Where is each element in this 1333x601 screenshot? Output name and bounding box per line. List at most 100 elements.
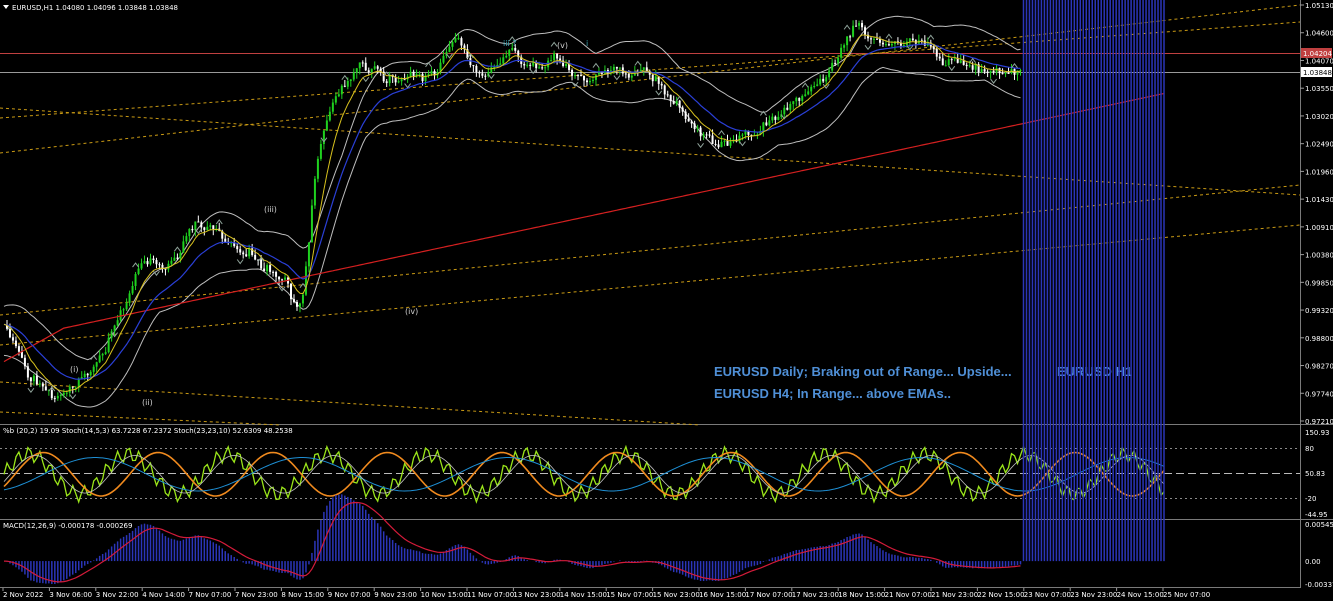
- candle-body: [116, 320, 119, 326]
- candle-body: [944, 65, 947, 67]
- candle-body: [170, 260, 173, 264]
- time-tick-label: 7 Nov 23:00: [235, 591, 278, 599]
- candle-body: [490, 67, 493, 73]
- candle-body: [209, 225, 212, 227]
- candle-body: [890, 43, 893, 46]
- candle-body: [328, 111, 331, 121]
- candle-body: [260, 259, 263, 269]
- candle-body: [340, 85, 343, 95]
- candle-body: [807, 91, 810, 95]
- candle-body: [176, 257, 179, 259]
- candle-body: [8, 328, 11, 338]
- candle-body: [992, 70, 995, 73]
- candle-body: [550, 60, 553, 62]
- candle-body: [884, 44, 887, 46]
- candle-body: [242, 252, 245, 255]
- candle-body: [618, 67, 621, 69]
- wave-label: (i): [70, 365, 78, 374]
- candle-body: [574, 75, 577, 77]
- candle-body: [502, 57, 505, 64]
- candle-body: [837, 57, 840, 64]
- candle-body: [224, 238, 227, 242]
- candle-body: [702, 134, 705, 137]
- candle-body: [855, 25, 858, 27]
- time-tick-label: 16 Nov 15:00: [699, 591, 746, 599]
- candle-body: [352, 72, 355, 80]
- candle-body: [693, 123, 696, 129]
- time-tick-label: 18 Nov 15:00: [838, 591, 885, 599]
- candle-body: [239, 249, 242, 253]
- candle-body: [173, 257, 176, 261]
- candle-body: [59, 394, 62, 396]
- candle-body: [935, 49, 938, 57]
- candle-body: [840, 47, 843, 58]
- oscillator-tick-label: -44.95: [1305, 511, 1328, 519]
- candle-body: [591, 79, 594, 82]
- chart-background: [0, 0, 1333, 601]
- candle-body: [95, 362, 98, 367]
- candle-body: [875, 38, 878, 40]
- candle-body: [131, 285, 134, 294]
- candle-body: [789, 104, 792, 110]
- candle-body: [128, 293, 131, 303]
- candle-body: [188, 229, 191, 237]
- candle-body: [908, 38, 911, 42]
- candle-body: [364, 62, 367, 71]
- candle-body: [711, 135, 714, 144]
- candle-body: [460, 38, 463, 46]
- candle-body: [980, 69, 983, 73]
- candle-body: [600, 72, 603, 74]
- candle-body: [125, 302, 128, 310]
- candle-body: [334, 96, 337, 103]
- macd-tick-label: 0.005456: [1305, 521, 1333, 529]
- candle-body: [38, 383, 41, 385]
- candle-body: [717, 144, 720, 148]
- candle-body: [484, 75, 487, 77]
- candle-body: [83, 373, 86, 378]
- candle-body: [26, 366, 29, 378]
- candle-body: [478, 72, 481, 74]
- candle-body: [953, 58, 956, 60]
- candle-body: [508, 49, 511, 56]
- candle-body: [726, 140, 729, 146]
- time-tick-label: 24 Nov 15:00: [1117, 591, 1164, 599]
- candle-body: [741, 134, 744, 136]
- candle-body: [571, 69, 574, 76]
- candle-body: [544, 67, 547, 69]
- candle-body: [696, 127, 699, 129]
- candle-body: [720, 141, 723, 148]
- candle-body: [687, 118, 690, 122]
- candle-body: [499, 63, 502, 65]
- time-tick-label: 8 Nov 15:00: [281, 591, 324, 599]
- time-tick-label: 22 Nov 15:00: [977, 591, 1024, 599]
- candle-body: [675, 100, 678, 104]
- price-tick-label: 0.97740: [1305, 390, 1333, 398]
- annotation-daily: EURUSD Daily; Braking out of Range... Up…: [714, 364, 1012, 379]
- candle-body: [615, 66, 618, 69]
- candle-body: [714, 143, 717, 145]
- macd-label: MACD(12,26,9) -0.000178 -0.000269: [3, 522, 132, 530]
- price-tag-red-label: 1.04204: [1303, 50, 1332, 58]
- candle-body: [666, 94, 669, 96]
- candle-body: [293, 299, 295, 302]
- candle-body: [861, 23, 864, 28]
- candle-body: [370, 68, 373, 73]
- candle-body: [331, 102, 334, 112]
- candle-body: [409, 71, 412, 77]
- candle-body: [858, 23, 861, 26]
- candle-body: [834, 62, 837, 64]
- candle-body: [298, 303, 301, 307]
- candle-body: [828, 70, 831, 78]
- time-tick-label: 17 Nov 07:00: [745, 591, 792, 599]
- candle-body: [672, 101, 675, 104]
- candle-body: [612, 66, 615, 71]
- candle-body: [878, 39, 881, 43]
- candle-body: [403, 79, 406, 81]
- candle-body: [448, 46, 451, 53]
- candle-body: [152, 258, 155, 261]
- time-tick-label: 4 Nov 14:00: [142, 591, 185, 599]
- trading-chart[interactable]: (i) (ii) (iii) (iv) (v) iii ? i EURUSD,H…: [0, 0, 1333, 601]
- time-tick-label: 9 Nov 23:00: [374, 591, 417, 599]
- candle-body: [864, 27, 867, 35]
- candle-body: [983, 69, 986, 72]
